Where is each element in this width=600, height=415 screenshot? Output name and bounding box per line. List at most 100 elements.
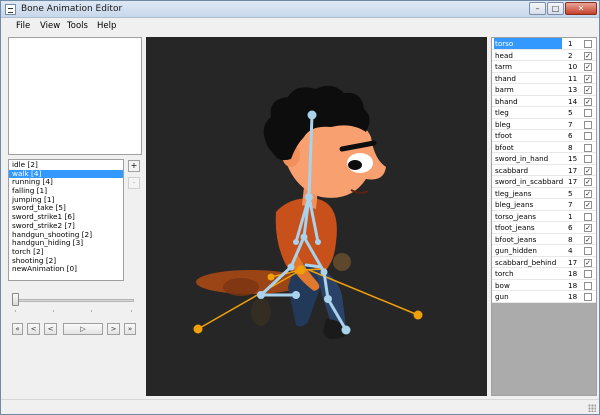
bone-root-handle[interactable] bbox=[296, 265, 306, 275]
bone-row[interactable]: bleg 7 bbox=[492, 118, 596, 130]
bone-name[interactable]: gun bbox=[495, 291, 563, 302]
bone-row[interactable]: gun_hidden 4 bbox=[492, 245, 596, 257]
bone-layer-value[interactable]: 6 bbox=[568, 130, 578, 141]
bone-layer-value[interactable]: 1 bbox=[568, 211, 578, 222]
bone-joint[interactable] bbox=[292, 291, 300, 299]
bone-visible-checkbox[interactable] bbox=[584, 155, 592, 163]
bone-handle[interactable] bbox=[193, 324, 203, 334]
bone-name[interactable]: tarm bbox=[495, 61, 563, 72]
bone-layer-value[interactable]: 17 bbox=[568, 165, 578, 176]
bone-layer-value[interactable]: 11 bbox=[568, 73, 578, 84]
bone-name[interactable]: head bbox=[495, 50, 563, 61]
bone-name[interactable]: tfoot_jeans bbox=[495, 222, 563, 233]
bone-visible-checkbox[interactable] bbox=[584, 247, 592, 255]
menu-tools[interactable]: Tools bbox=[67, 21, 88, 31]
bone-row[interactable]: sword_in_scabbard 17 ✓ bbox=[492, 176, 596, 188]
animation-list[interactable]: idle [2] walk [4] running [4] falling [1] ju… bbox=[8, 159, 124, 281]
animation-item[interactable]: sword_take [5] bbox=[9, 204, 123, 213]
bone-name[interactable]: tfoot bbox=[495, 130, 563, 141]
bone-name[interactable]: torso_jeans bbox=[495, 211, 563, 222]
bone-visible-checkbox[interactable] bbox=[584, 143, 592, 152]
title-bar[interactable]: Bone Animation Editor – □ ✕ bbox=[1, 1, 599, 18]
bone-visible-checkbox[interactable]: ✓ bbox=[584, 166, 592, 175]
bone-visible-checkbox[interactable]: ✓ bbox=[584, 86, 592, 94]
bone-visible-checkbox[interactable] bbox=[584, 212, 592, 221]
bone-visible-checkbox[interactable]: ✓ bbox=[584, 201, 592, 209]
bone-visible-checkbox[interactable]: ✓ bbox=[584, 189, 592, 198]
bone-row[interactable]: tfoot_jeans 6 ✓ bbox=[492, 222, 596, 234]
bone-layer-value[interactable]: 7 bbox=[568, 199, 578, 210]
bone-layer-value[interactable]: 14 bbox=[568, 96, 578, 107]
bone-layer-value[interactable]: 7 bbox=[568, 119, 578, 130]
bone-visible-checkbox[interactable]: ✓ bbox=[584, 258, 592, 267]
bone-layer-value[interactable]: 13 bbox=[568, 84, 578, 95]
bone-name[interactable]: bhand bbox=[495, 96, 563, 107]
bone-layer-value[interactable]: 15 bbox=[568, 153, 578, 164]
bone-name[interactable]: tleg bbox=[495, 107, 563, 118]
next-frame-button[interactable]: > bbox=[107, 323, 120, 335]
bone-row[interactable]: gun 18 bbox=[492, 291, 596, 303]
bone-visible-checkbox[interactable] bbox=[584, 120, 592, 129]
prev-frame-button[interactable]: < bbox=[27, 323, 40, 335]
add-animation-button[interactable]: + bbox=[128, 160, 140, 172]
bone-layer-value[interactable]: 17 bbox=[568, 257, 578, 268]
bone-row[interactable]: barm 13 ✓ bbox=[492, 84, 596, 96]
bone-layer-value[interactable]: 5 bbox=[568, 188, 578, 199]
bone-visible-checkbox[interactable]: ✓ bbox=[584, 63, 592, 71]
bone-visible-checkbox[interactable] bbox=[584, 270, 592, 278]
bone-joint[interactable] bbox=[305, 193, 313, 201]
bone-layer-value[interactable]: 18 bbox=[568, 280, 578, 291]
bone-row[interactable]: tleg_jeans 5 ✓ bbox=[492, 187, 596, 199]
bone-visible-checkbox[interactable]: ✓ bbox=[584, 74, 592, 83]
bone-name[interactable]: bfoot_jeans bbox=[495, 234, 563, 245]
minimize-button[interactable]: – bbox=[529, 2, 546, 15]
menu-help[interactable]: Help bbox=[97, 21, 116, 31]
play-button[interactable]: ▷ bbox=[63, 323, 103, 335]
bone-layer-value[interactable]: 6 bbox=[568, 222, 578, 233]
bone-name[interactable]: sword_in_scabbard bbox=[495, 176, 563, 187]
bone-joint[interactable] bbox=[341, 325, 351, 335]
last-frame-button[interactable]: » bbox=[124, 323, 136, 335]
bone-layer-value[interactable]: 18 bbox=[568, 291, 578, 302]
first-frame-button[interactable]: « bbox=[12, 323, 23, 335]
bone-joint[interactable] bbox=[257, 291, 265, 299]
bone-row[interactable]: tarm 10 ✓ bbox=[492, 61, 596, 73]
bone-visible-checkbox[interactable] bbox=[584, 281, 592, 290]
bone-name[interactable]: bow bbox=[495, 280, 563, 291]
bone-name[interactable]: scabbard bbox=[495, 165, 563, 176]
bone-row[interactable]: torso 1 bbox=[492, 38, 596, 50]
animation-item[interactable]: jumping [1] bbox=[9, 196, 123, 205]
bone-name[interactable]: barm bbox=[495, 84, 563, 95]
bone-row[interactable]: thand 11 ✓ bbox=[492, 72, 596, 84]
bone-name[interactable]: bfoot bbox=[495, 142, 563, 153]
bone-name[interactable]: torso bbox=[494, 38, 562, 49]
bone-layer-value[interactable]: 10 bbox=[568, 61, 578, 72]
animation-item[interactable]: sword_strike2 [7] bbox=[9, 222, 123, 231]
bone-visible-checkbox[interactable] bbox=[584, 40, 592, 48]
prev-key-button[interactable]: < bbox=[44, 323, 57, 335]
menu-file[interactable]: File bbox=[16, 21, 30, 31]
bone-row[interactable]: scabbard_behind 17 ✓ bbox=[492, 256, 596, 268]
bone-joint[interactable] bbox=[293, 239, 299, 245]
bone-row[interactable]: bow 18 bbox=[492, 279, 596, 291]
animation-item[interactable]: sword_strike1 [6] bbox=[9, 213, 123, 222]
bone-name[interactable]: sword_in_hand bbox=[495, 153, 563, 164]
bone-joint[interactable] bbox=[324, 295, 332, 303]
bone-handle[interactable] bbox=[413, 310, 423, 320]
bone-row[interactable]: bhand 14 ✓ bbox=[492, 95, 596, 107]
bone-name[interactable]: tleg_jeans bbox=[495, 188, 563, 199]
bone-visible-checkbox[interactable]: ✓ bbox=[584, 235, 592, 244]
animation-item[interactable]: falling [1] bbox=[9, 187, 123, 196]
bone-row[interactable]: sword_in_hand 15 bbox=[492, 153, 596, 165]
timeline-track[interactable] bbox=[12, 299, 134, 302]
animation-item[interactable]: shooting [2] bbox=[9, 257, 123, 266]
bone-joint[interactable] bbox=[307, 110, 317, 120]
bone-name[interactable]: bleg_jeans bbox=[495, 199, 563, 210]
bone-visible-checkbox[interactable]: ✓ bbox=[584, 178, 592, 186]
bone-row[interactable]: scabbard 17 ✓ bbox=[492, 164, 596, 176]
remove-animation-button[interactable]: - bbox=[128, 177, 140, 189]
bone-layer-value[interactable]: 17 bbox=[568, 176, 578, 187]
bone-handle[interactable] bbox=[267, 273, 275, 281]
animation-canvas[interactable] bbox=[146, 37, 487, 396]
bone-name[interactable]: scabbard_behind bbox=[495, 257, 563, 268]
